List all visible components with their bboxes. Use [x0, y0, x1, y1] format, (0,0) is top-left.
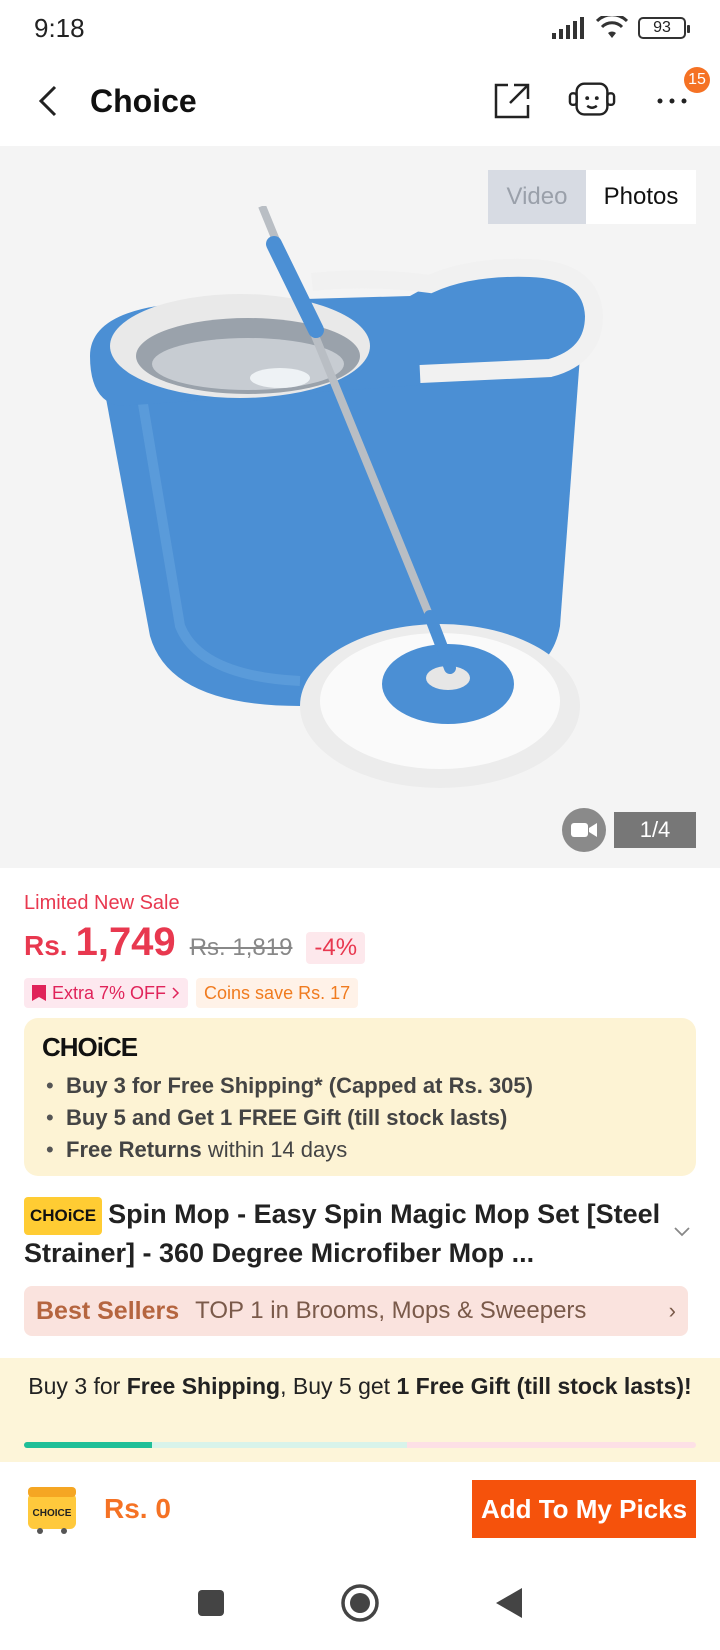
system-navigation-bar	[0, 1556, 720, 1650]
battery-indicator: 93	[638, 17, 690, 39]
chevron-down-icon[interactable]	[672, 1222, 692, 1242]
bestseller-rank: TOP 1 in Brooms, Mops & Sweepers	[195, 1297, 587, 1324]
chat-bot-icon	[568, 82, 616, 116]
benefit-item: Free Returns within 14 days	[42, 1134, 678, 1166]
back-arrow-icon	[38, 85, 57, 117]
choice-cart-icon[interactable]: CHOICE	[24, 1483, 80, 1535]
wifi-icon	[596, 16, 628, 38]
product-title-text: Spin Mop - Easy Spin Magic Mop Set [Stee…	[24, 1199, 661, 1268]
choice-benefits-list: Buy 3 for Free Shipping* (Capped at Rs. …	[42, 1070, 678, 1166]
tab-video[interactable]: Video	[488, 170, 586, 224]
status-time: 9:18	[34, 12, 85, 43]
price-row: Rs. 1,749 Rs. 1,819 -4%	[24, 920, 366, 965]
extra-off-tag[interactable]: Extra 7% OFF	[24, 978, 189, 1008]
shipping-progress-bar	[24, 1442, 696, 1448]
discount-badge: -4%	[306, 932, 366, 964]
shipping-banner-text: Buy 3 for Free Shipping, Buy 5 get 1 Fre…	[28, 1373, 692, 1399]
recent-apps-icon[interactable]	[196, 1588, 226, 1618]
current-price: 1,749	[75, 920, 176, 964]
notification-badge: 15	[684, 67, 710, 93]
more-menu-button[interactable]: 15	[648, 67, 710, 125]
image-page-indicator: 1/4	[614, 812, 696, 848]
voucher-icon	[32, 985, 46, 1001]
choice-benefits: CHOiCE Buy 3 for Free Shipping* (Capped …	[24, 1018, 696, 1176]
product-title[interactable]: CHOiCE Spin Mop - Easy Spin Magic Mop Set…	[24, 1196, 664, 1271]
back-triangle-icon[interactable]	[494, 1586, 524, 1620]
top-nav: Choice 15	[0, 56, 720, 146]
chevron-right-icon: ›	[668, 1298, 676, 1323]
benefit-item: Buy 5 and Get 1 FREE Gift (till stock la…	[42, 1102, 678, 1134]
battery-level: 93	[653, 19, 671, 36]
progress-secondary	[151, 1442, 408, 1448]
shipping-banner: Buy 3 for Free Shipping, Buy 5 get 1 Fre…	[0, 1358, 720, 1462]
bestseller-banner[interactable]: Best Sellers TOP 1 in Brooms, Mops & Swe…	[24, 1286, 688, 1336]
price-currency: Rs.	[24, 930, 68, 961]
coins-tag: Coins save Rs. 17	[196, 978, 359, 1008]
signal-icon	[552, 17, 584, 39]
nav-actions: 15	[488, 67, 710, 125]
chevron-right-icon	[172, 987, 180, 999]
product-gallery[interactable]: Video Photos 1/4	[0, 146, 720, 868]
cart-logo-text: CHOICE	[33, 1508, 72, 1519]
home-icon[interactable]	[340, 1583, 380, 1623]
media-toggle: Video Photos	[488, 170, 696, 224]
spin-mop-image	[90, 206, 604, 788]
video-play-button[interactable]	[562, 808, 606, 852]
video-camera-icon	[571, 823, 597, 837]
page-title: Choice	[90, 82, 197, 119]
sale-label: Limited New Sale	[24, 892, 180, 914]
tab-photos[interactable]: Photos	[586, 170, 696, 224]
choice-logo: CHOiCE	[42, 1032, 138, 1062]
status-bar: 9:18 93	[0, 0, 720, 56]
original-price: Rs. 1,819	[189, 934, 293, 961]
benefit-item: Buy 3 for Free Shipping* (Capped at Rs. …	[42, 1070, 678, 1102]
extra-off-label: Extra 7% OFF	[52, 982, 167, 1003]
promo-tags: Extra 7% OFF Coins save Rs. 17	[24, 978, 359, 1008]
more-dots-icon	[657, 98, 687, 104]
back-button[interactable]	[24, 77, 72, 125]
customer-service-button[interactable]	[568, 77, 616, 125]
add-to-picks-button[interactable]: Add To My Picks	[472, 1480, 696, 1538]
share-icon	[494, 83, 530, 119]
share-button[interactable]	[488, 77, 536, 125]
progress-fill	[24, 1442, 152, 1448]
status-icons: 93	[552, 16, 690, 40]
bottom-action-bar: CHOICE Rs. 0 Add To My Picks	[0, 1462, 720, 1556]
bestseller-label: Best Sellers	[36, 1296, 180, 1325]
cart-total: Rs. 0	[104, 1493, 171, 1524]
choice-chip: CHOiCE	[24, 1196, 103, 1235]
